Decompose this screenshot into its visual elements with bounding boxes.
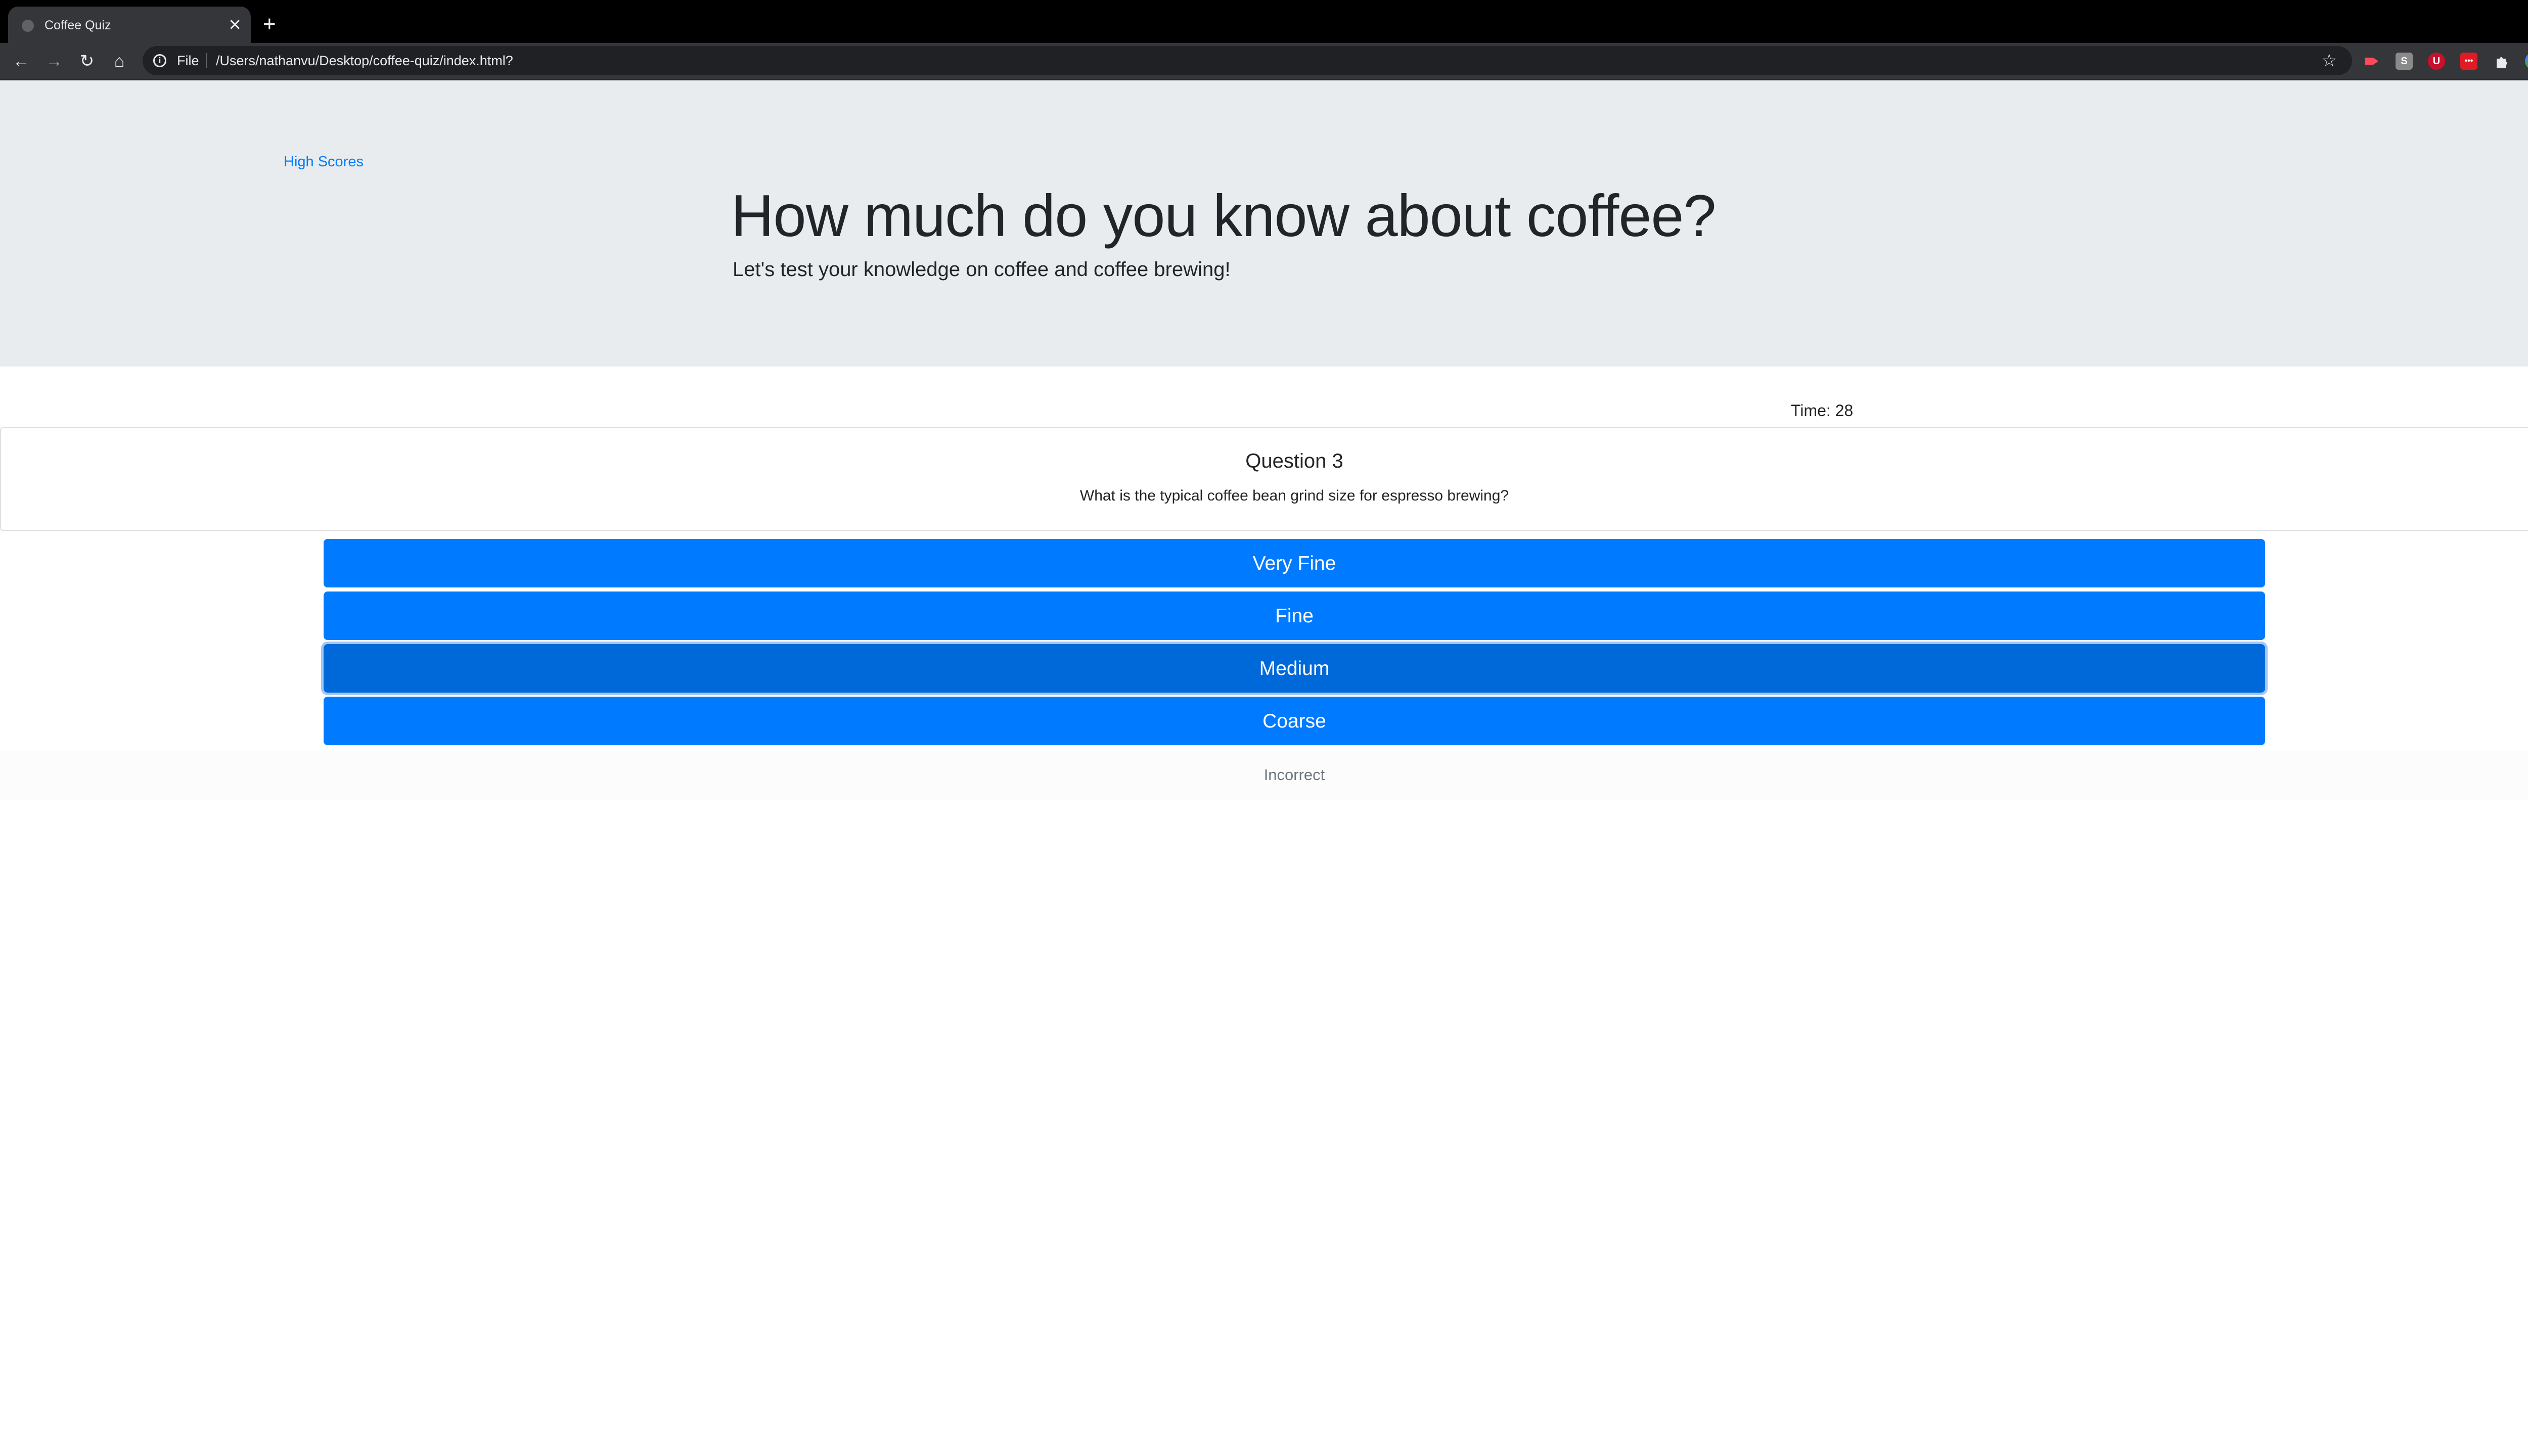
page-title: How much do you know about coffee? xyxy=(731,183,1717,249)
question-number: Question 3 xyxy=(1245,450,1343,472)
question-text: What is the typical coffee bean grind si… xyxy=(1079,487,1509,504)
tab-title: Coffee Quiz xyxy=(44,18,111,32)
question-card: Question 3 What is the typical coffee be… xyxy=(0,427,2528,531)
browser-toolbar: ← → ↻ ⌂ i File /Users/nathanvu/Desktop/c… xyxy=(0,43,2528,80)
new-tab-button[interactable]: + xyxy=(263,11,276,37)
high-scores-link[interactable]: High Scores xyxy=(284,153,364,171)
quiz-timer: Time: 28 xyxy=(1791,401,1854,420)
answer-button-coarse[interactable]: Coarse xyxy=(324,697,2265,745)
tab-close-icon[interactable]: ✕ xyxy=(228,15,242,35)
jumbotron-header: High Scores How much do you know about c… xyxy=(0,80,2528,367)
favicon-icon xyxy=(22,20,34,32)
url-separator xyxy=(206,53,207,68)
answer-feedback: Incorrect xyxy=(1263,766,1325,784)
extension-gray-icon[interactable]: S xyxy=(2396,53,2413,70)
tab-strip: Coffee Quiz ✕ + xyxy=(0,0,2528,43)
info-icon[interactable]: i xyxy=(153,54,166,67)
star-icon[interactable]: ☆ xyxy=(2322,51,2337,71)
ublock-shield-icon[interactable]: U xyxy=(2428,53,2445,70)
home-icon[interactable]: ⌂ xyxy=(108,50,130,72)
address-bar[interactable]: i File /Users/nathanvu/Desktop/coffee-qu… xyxy=(143,46,2352,75)
extension-red-dots-icon[interactable]: ••• xyxy=(2460,53,2477,70)
answer-button-medium[interactable]: Medium xyxy=(324,644,2265,693)
url-text[interactable]: /Users/nathanvu/Desktop/coffee-quiz/inde… xyxy=(216,53,513,69)
url-scheme: File xyxy=(177,53,199,68)
forward-arrow-icon[interactable]: → xyxy=(43,50,65,72)
page-subtitle: Let's test your knowledge on coffee and … xyxy=(733,258,1231,281)
browser-tab[interactable]: Coffee Quiz ✕ xyxy=(8,7,251,43)
extension-red-arrow-icon[interactable] xyxy=(2363,53,2380,70)
back-arrow-icon[interactable]: ← xyxy=(10,50,32,72)
answer-button-fine[interactable]: Fine xyxy=(324,592,2265,640)
answer-button-very-fine[interactable]: Very Fine xyxy=(324,539,2265,587)
feedback-bar: Incorrect xyxy=(0,751,2528,800)
puzzle-extensions-icon[interactable] xyxy=(2493,53,2510,70)
reload-icon[interactable]: ↻ xyxy=(76,50,98,72)
